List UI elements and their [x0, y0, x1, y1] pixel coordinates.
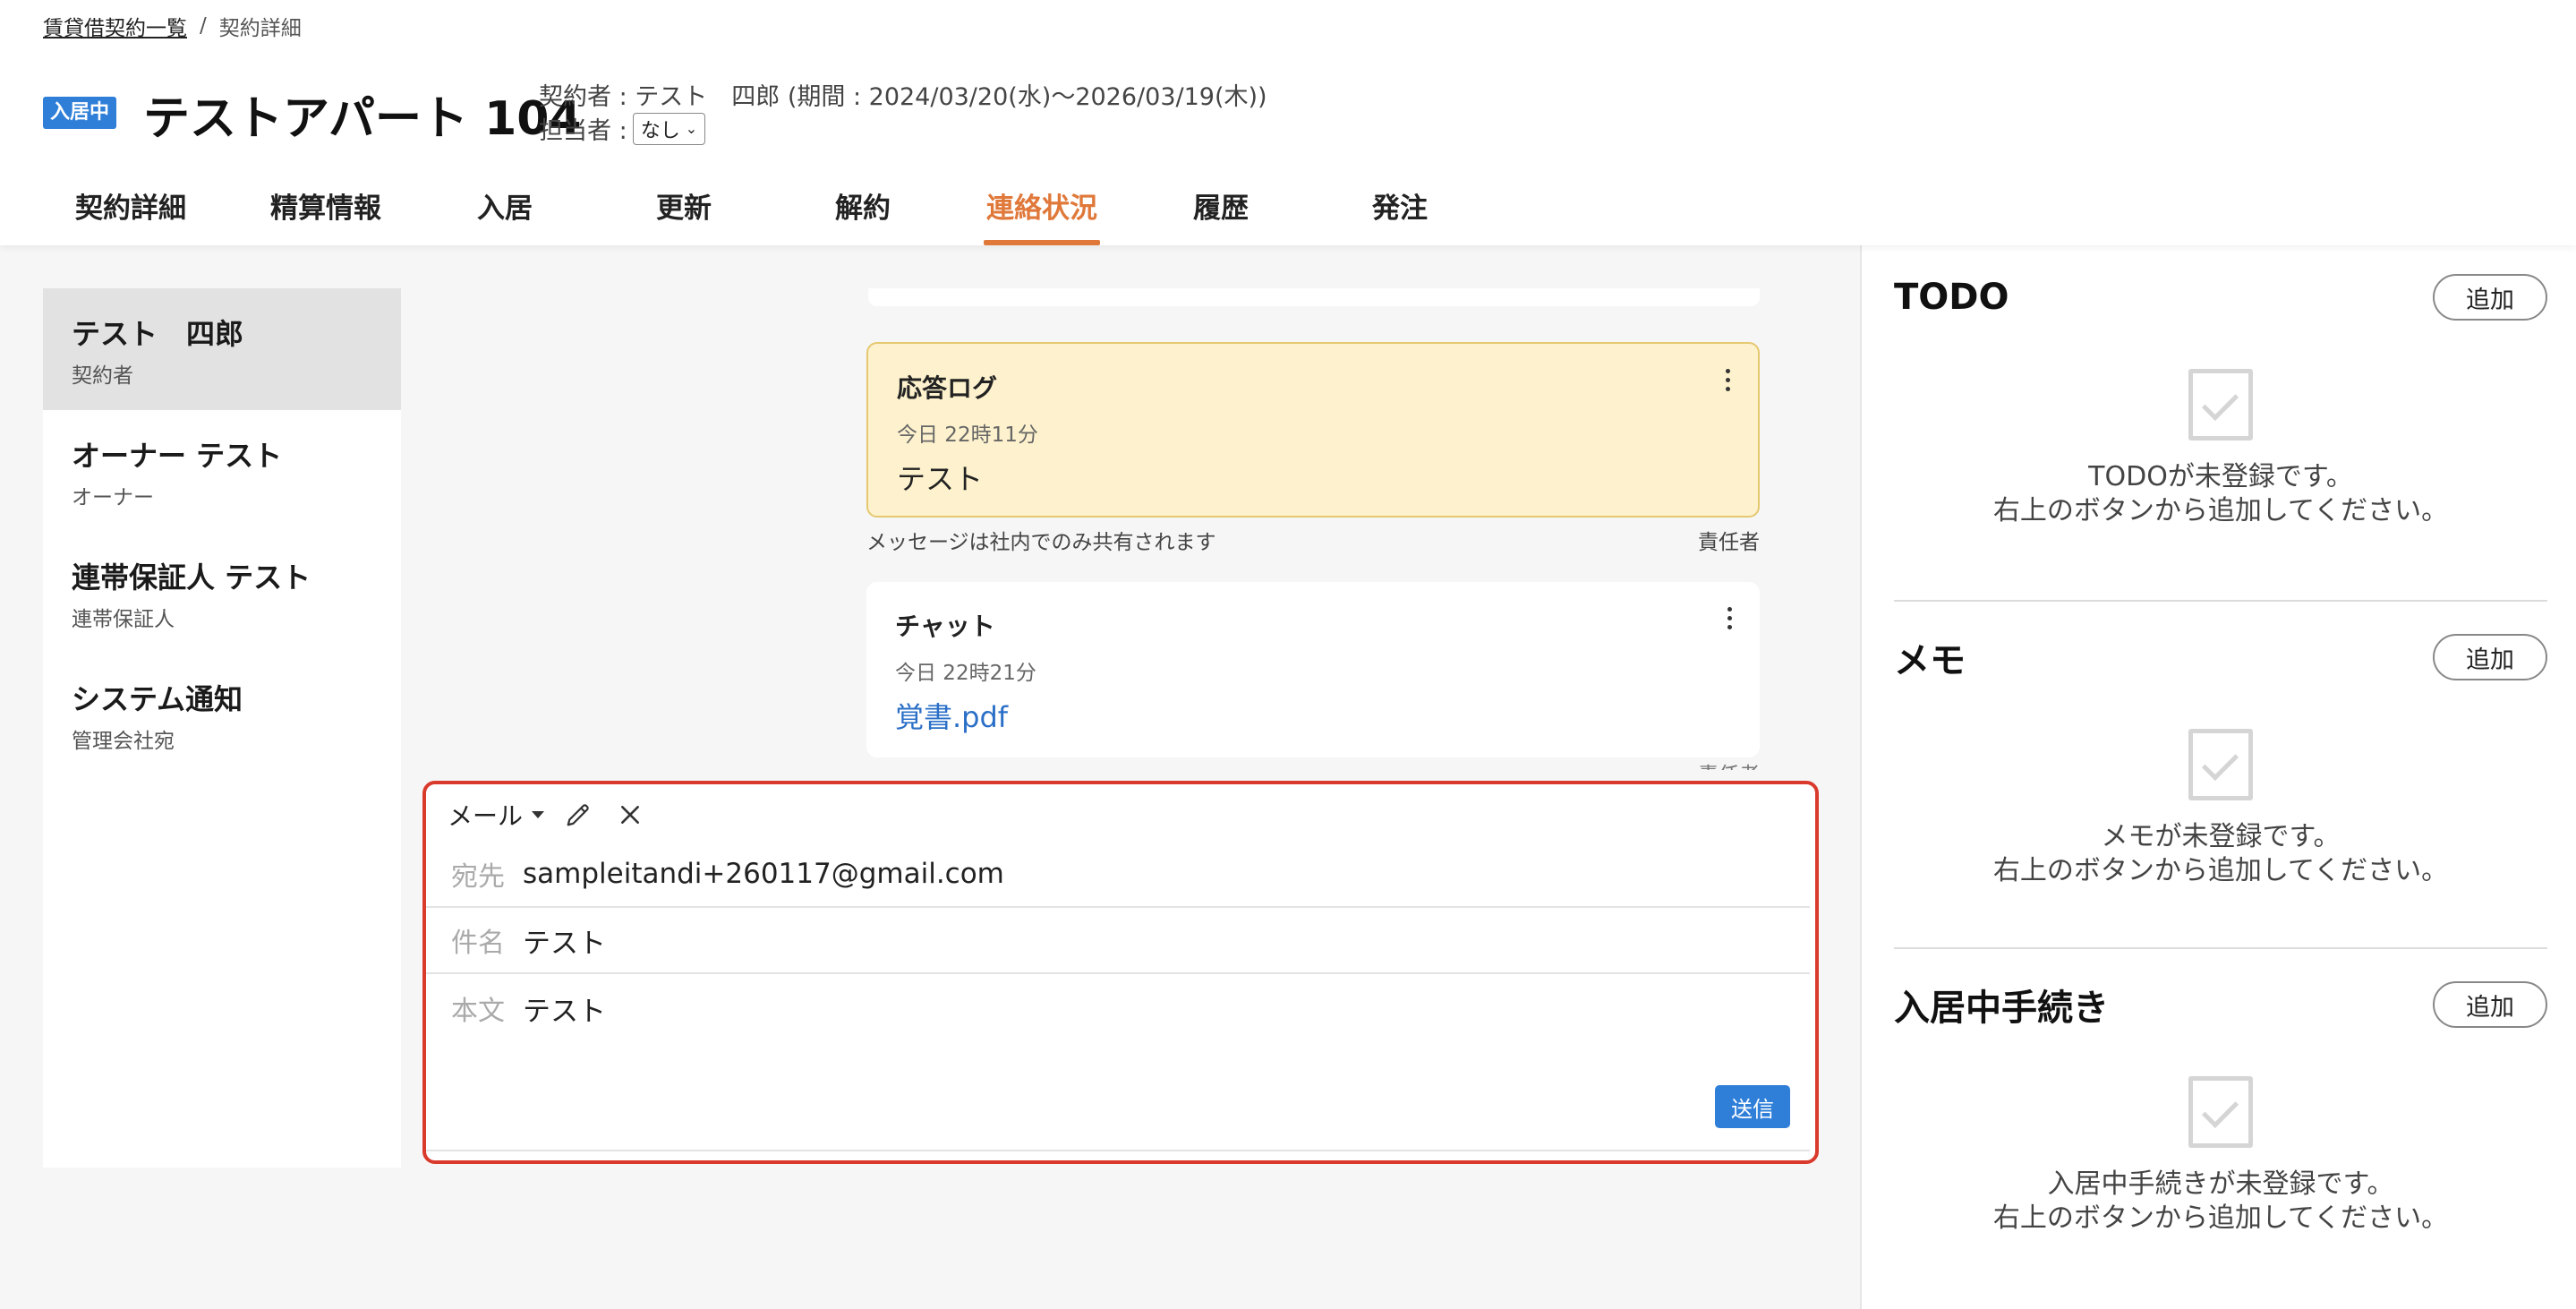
todo-empty-message: TODOが未登録です。 右上のボタンから追加してください。 [1894, 460, 2547, 528]
to-input[interactable]: sampleitandi+260117@gmail.com [523, 858, 1004, 890]
procedure-section: 入居中手続き 追加 入居中手続きが未登録です。 右上のボタンから追加してください… [1894, 980, 2547, 1236]
close-icon[interactable] [612, 797, 648, 833]
section-divider [1894, 947, 2547, 949]
main-content: テスト 四郎 契約者 オーナー テスト オーナー 連帯保証人 テスト 連帯保証人… [0, 245, 1860, 1309]
breadcrumb: 賃貸借契約一覧 / 契約詳細 [43, 11, 302, 41]
contact-item-contractor[interactable]: テスト 四郎 契約者 [43, 288, 401, 410]
contact-role: 管理会社宛 [72, 730, 175, 753]
contact-name: テスト 四郎 [72, 317, 244, 351]
checkbox-icon [2188, 729, 2253, 800]
message-footer: メッセージは社内でのみ共有されます 責任者 [866, 525, 1760, 555]
message-time: 今日 22時11分 [897, 424, 1038, 447]
message-card-partial [868, 288, 1760, 306]
procedure-empty-message: 入居中手続きが未登録です。 右上のボタンから追加してください。 [1894, 1168, 2547, 1236]
message-title: チャット [895, 612, 995, 641]
subject-field-row: 件名 テスト [426, 908, 1810, 974]
app-root: 賃貸借契約一覧 / 契約詳細 入居中 テストアパート 104 契約者 : テスト… [0, 0, 2576, 1309]
message-text: テスト [897, 462, 984, 496]
tab-settlement[interactable]: 精算情報 [236, 179, 415, 245]
procedure-add-button[interactable]: 追加 [2433, 981, 2547, 1028]
breadcrumb-contract-list-link[interactable]: 賃貸借契約一覧 [43, 11, 187, 41]
tab-history[interactable]: 履歴 [1131, 179, 1310, 245]
contact-role: 契約者 [72, 364, 133, 388]
tab-bar: 契約詳細 精算情報 入居 更新 解約 連絡状況 履歴 発注 [43, 179, 1489, 245]
subject-label: 件名 [451, 928, 505, 959]
message-sender-role: 責任者 [1698, 757, 1760, 770]
tab-contact-status[interactable]: 連絡状況 [952, 179, 1131, 245]
empty-line: TODOが未登録です。 [2088, 461, 2353, 492]
assignee-select[interactable]: なし ⌄ [632, 112, 706, 145]
contact-name: 連帯保証人 テスト [72, 560, 311, 595]
memo-empty-message: メモが未登録です。 右上のボタンから追加してください。 [1894, 820, 2547, 888]
tab-renewal[interactable]: 更新 [594, 179, 773, 245]
empty-line: 入居中手続きが未登録です。 [2047, 1168, 2394, 1200]
tab-orders[interactable]: 発注 [1310, 179, 1489, 245]
message-sender-role: 責任者 [1698, 531, 1760, 554]
assignee-label: 担当者 : [539, 117, 627, 145]
to-label: 宛先 [451, 861, 505, 893]
tab-contract-detail[interactable]: 契約詳細 [43, 179, 236, 245]
todo-title: TODO [1894, 277, 2009, 318]
response-log-card: 応答ログ 今日 22時11分 テスト [866, 342, 1760, 518]
subject-input[interactable]: テスト [523, 920, 606, 961]
contract-summary: 契約者 : テスト 四郎 (期間 : 2024/03/20(水)〜2026/03… [539, 83, 1267, 111]
contact-name: オーナー テスト [72, 439, 283, 473]
tab-cancellation[interactable]: 解約 [773, 179, 952, 245]
todo-section: TODO 追加 TODOが未登録です。 右上のボタンから追加してください。 [1894, 272, 2547, 528]
more-menu-icon[interactable] [1724, 369, 1731, 391]
empty-line: メモが未登録です。 [2101, 821, 2341, 852]
right-sidebar: TODO 追加 TODOが未登録です。 右上のボタンから追加してください。 メモ… [1860, 245, 2576, 1309]
more-menu-icon[interactable] [1726, 607, 1733, 629]
page-title: テストアパート 104 [143, 92, 582, 146]
status-badge: 入居中 [43, 97, 117, 129]
chat-message-card: チャット 今日 22時21分 覚書.pdf [866, 582, 1760, 757]
send-button[interactable]: 送信 [1715, 1085, 1790, 1128]
memo-add-button[interactable]: 追加 [2433, 634, 2547, 680]
empty-line: 右上のボタンから追加してください。 [1992, 495, 2449, 526]
pencil-icon[interactable] [560, 797, 596, 833]
message-type-select[interactable]: メール [448, 797, 545, 833]
chevron-down-icon: ⌄ [685, 120, 698, 137]
empty-line: 右上のボタンから追加してください。 [1992, 855, 2449, 886]
contact-role: 連帯保証人 [72, 608, 175, 631]
compose-panel: メール 宛先 sampleitandi+260117@gmail.com 件名 … [422, 781, 1819, 1164]
page-header: 賃貸借契約一覧 / 契約詳細 入居中 テストアパート 104 契約者 : テスト… [0, 0, 2576, 245]
checkbox-icon [2188, 1076, 2253, 1148]
checkbox-icon [2188, 369, 2253, 441]
contact-item-system[interactable]: システム通知 管理会社宛 [43, 654, 401, 775]
empty-line: 右上のボタンから追加してください。 [1992, 1202, 2449, 1234]
procedure-title: 入居中手続き [1894, 988, 2109, 1029]
contact-item-guarantor[interactable]: 連帯保証人 テスト 連帯保証人 [43, 532, 401, 654]
tab-move-in[interactable]: 入居 [415, 179, 594, 245]
body-textarea[interactable]: テスト [523, 988, 606, 1029]
contact-item-owner[interactable]: オーナー テスト オーナー [43, 410, 401, 532]
message-title: 応答ログ [897, 373, 998, 403]
compose-toolbar: メール [448, 797, 648, 833]
caret-down-icon [532, 811, 545, 818]
to-field-row: 宛先 sampleitandi+260117@gmail.com [426, 842, 1810, 908]
todo-add-button[interactable]: 追加 [2433, 274, 2547, 321]
message-time: 今日 22時21分 [895, 662, 1036, 685]
breadcrumb-current: 契約詳細 [218, 17, 302, 40]
contact-list: テスト 四郎 契約者 オーナー テスト オーナー 連帯保証人 テスト 連帯保証人… [43, 288, 401, 1168]
attachment-link[interactable]: 覚書.pdf [895, 695, 1731, 736]
message-type-value: メール [448, 801, 524, 831]
body-field-row: 本文 テスト [426, 976, 1810, 1151]
breadcrumb-separator: / [200, 14, 207, 38]
assignee-value: なし [640, 119, 680, 142]
body-label: 本文 [451, 996, 505, 1027]
memo-section: メモ 追加 メモが未登録です。 右上のボタンから追加してください。 [1894, 632, 2547, 888]
contact-role: オーナー [72, 486, 154, 509]
assignee-row: 担当者 : なし ⌄ [539, 111, 706, 146]
contact-name: システム通知 [72, 682, 243, 716]
internal-share-note: メッセージは社内でのみ共有されます [866, 531, 1216, 554]
memo-title: メモ [1894, 640, 1966, 681]
section-divider [1894, 600, 2547, 602]
